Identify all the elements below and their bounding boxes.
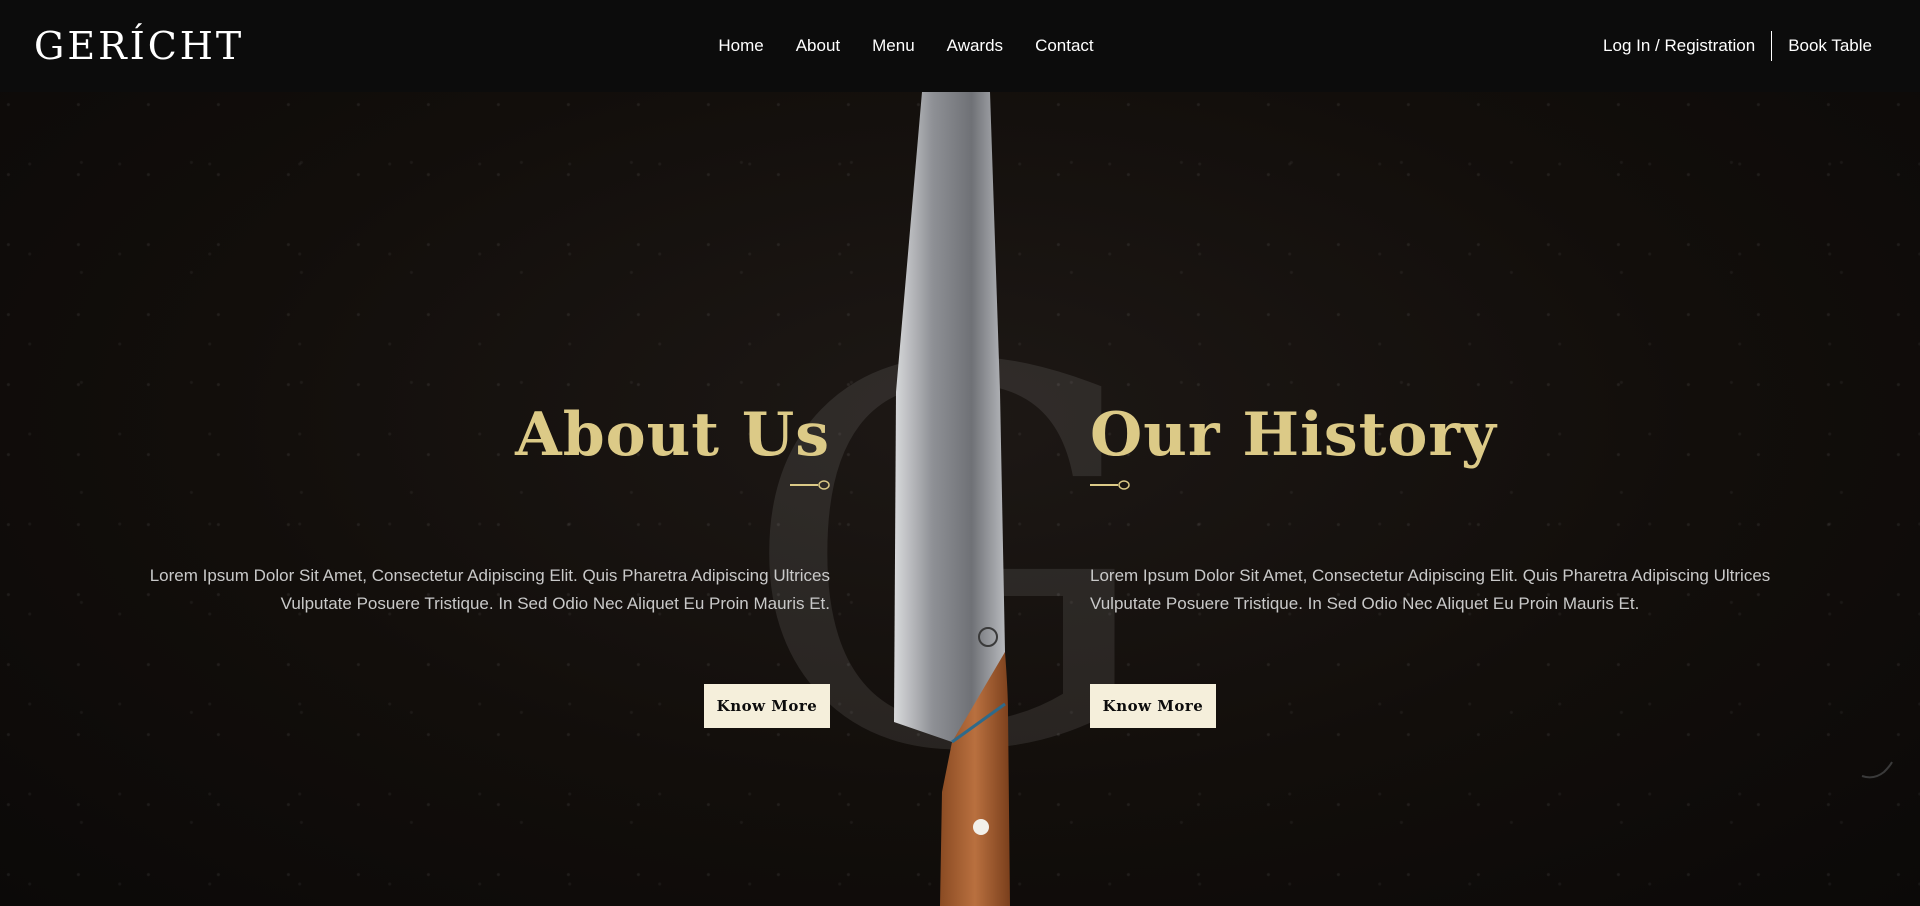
logo[interactable]: GERÍCHT [34, 24, 394, 68]
book-table-link[interactable]: Book Table [1788, 36, 1872, 56]
knife-image [894, 92, 1010, 906]
about-us-text: Lorem Ipsum Dolor Sit Amet, Consectetur … [149, 566, 830, 613]
nav-link-about[interactable]: About [796, 36, 840, 56]
nav-link-awards[interactable]: Awards [947, 36, 1003, 56]
about-section: G About Us Lorem Ipsum Dolor Sit Amet, [0, 92, 1920, 906]
our-history-block: Our History Lorem Ipsum Dolor Sit Amet, … [1090, 402, 1820, 728]
about-us-title: About Us [515, 400, 830, 470]
history-know-more-button[interactable]: Know More [1090, 684, 1216, 728]
navbar: GERÍCHT Home About Menu Awards Contact L… [0, 0, 1920, 92]
our-history-title: Our History [1090, 400, 1497, 470]
our-history-text: Lorem Ipsum Dolor Sit Amet, Consectetur … [1090, 566, 1771, 613]
about-us-block: About Us Lorem Ipsum Dolor Sit Amet, Con… [100, 402, 830, 728]
nav-link-home[interactable]: Home [718, 36, 763, 56]
nav-link-menu[interactable]: Menu [872, 36, 915, 56]
login-link[interactable]: Log In / Registration [1603, 36, 1755, 56]
nav-right: Log In / Registration Book Table [1603, 31, 1872, 61]
spoon-icon [1090, 478, 1130, 496]
spoon-icon [790, 478, 830, 496]
nav-divider [1771, 31, 1773, 61]
about-know-more-button[interactable]: Know More [704, 684, 830, 728]
nav-link-contact[interactable]: Contact [1035, 36, 1094, 56]
swirl-decoration-icon [1861, 761, 1893, 779]
